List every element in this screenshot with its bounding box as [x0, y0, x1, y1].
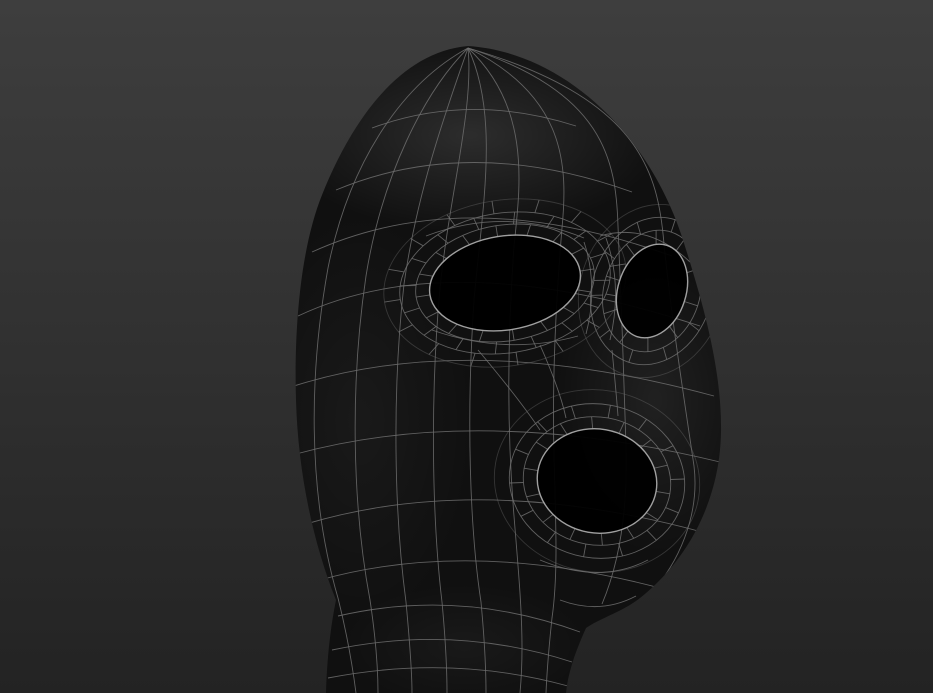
wire-spoke [670, 478, 685, 480]
wire-spoke [509, 482, 524, 484]
3d-viewport[interactable] [0, 0, 933, 693]
viewport-canvas[interactable] [0, 0, 933, 693]
